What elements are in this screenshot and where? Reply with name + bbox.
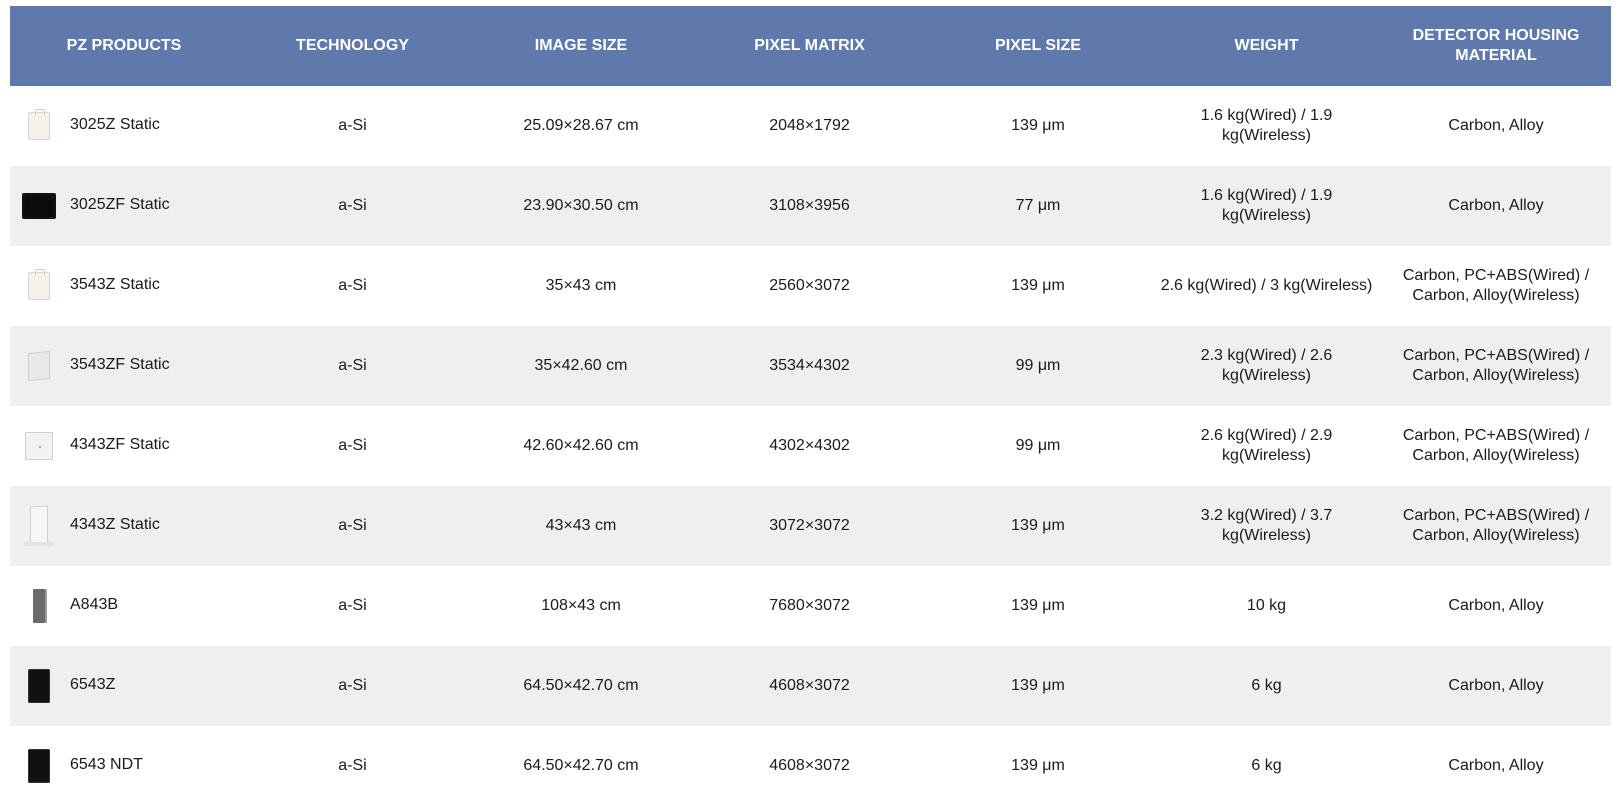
black-panel-icon — [14, 736, 64, 796]
product-name[interactable]: 3025ZF Static — [70, 195, 170, 215]
square-detector-icon — [14, 416, 64, 476]
image-size-cell: 108×43 cm — [541, 597, 621, 614]
technology-cell: a-Si — [338, 197, 367, 214]
pixel-matrix-cell: 2560×3072 — [769, 277, 850, 294]
table-header: PZ PRODUCTS TECHNOLOGY IMAGE SIZE PIXEL … — [10, 6, 1611, 86]
image-size-cell: 25.09×28.67 cm — [523, 117, 639, 134]
housing-material-cell: Carbon, PC+ABS(Wired) / Carbon, Alloy(Wi… — [1402, 267, 1590, 304]
housing-material-cell: Carbon, PC+ABS(Wired) / Carbon, Alloy(Wi… — [1402, 507, 1590, 544]
product-name[interactable]: 3543ZF Static — [70, 355, 170, 375]
weight-cell: 6 kg — [1251, 757, 1282, 774]
pixel-matrix-cell: 3534×4302 — [769, 357, 850, 374]
table-row[interactable]: 4343ZF Static a-Si 42.60×42.60 cm 4302×4… — [10, 406, 1611, 486]
white-detector-icon — [14, 256, 64, 316]
table-row[interactable]: A843B a-Si 108×43 cm 7680×3072 139 μm 10… — [10, 566, 1611, 646]
pixel-matrix-cell: 3108×3956 — [769, 197, 850, 214]
grey-panel-icon — [14, 576, 64, 636]
technology-cell: a-Si — [338, 117, 367, 134]
weight-cell: 2.6 kg(Wired) / 3 kg(Wireless) — [1160, 277, 1373, 294]
table-row[interactable]: 6543 NDT a-Si 64.50×42.70 cm 4608×3072 1… — [10, 726, 1611, 806]
column-header-pixel-matrix[interactable]: PIXEL MATRIX — [695, 6, 924, 86]
housing-material-cell: Carbon, PC+ABS(Wired) / Carbon, Alloy(Wi… — [1402, 347, 1590, 384]
product-name[interactable]: 4343ZF Static — [70, 435, 170, 455]
image-size-cell: 35×43 cm — [545, 277, 617, 294]
pixel-size-cell: 139 μm — [1011, 677, 1065, 694]
product-cell[interactable]: 3025Z Static — [10, 86, 238, 166]
weight-cell: 2.6 kg(Wired) / 2.9 kg(Wireless) — [1200, 427, 1333, 464]
weight-cell: 3.2 kg(Wired) / 3.7 kg(Wireless) — [1200, 507, 1333, 544]
pixel-size-cell: 99 μm — [1015, 357, 1061, 374]
pixel-size-cell: 139 μm — [1011, 277, 1065, 294]
image-size-cell: 64.50×42.70 cm — [523, 677, 639, 694]
table-row[interactable]: 3543Z Static a-Si 35×43 cm 2560×3072 139… — [10, 246, 1611, 326]
grey-sheet-detector-icon — [14, 336, 64, 396]
table-row[interactable]: 4343Z Static a-Si 43×43 cm 3072×3072 139… — [10, 486, 1611, 566]
product-cell[interactable]: 4343ZF Static — [10, 406, 238, 486]
pixel-matrix-cell: 4608×3072 — [769, 677, 850, 694]
standing-detector-icon — [14, 496, 64, 556]
technology-cell: a-Si — [338, 597, 367, 614]
black-panel-icon — [14, 656, 64, 716]
weight-cell: 2.3 kg(Wired) / 2.6 kg(Wireless) — [1200, 347, 1333, 384]
column-header-pixel-size[interactable]: PIXEL SIZE — [924, 6, 1152, 86]
table-row[interactable]: 6543Z a-Si 64.50×42.70 cm 4608×3072 139 … — [10, 646, 1611, 726]
products-table: PZ PRODUCTS TECHNOLOGY IMAGE SIZE PIXEL … — [10, 6, 1611, 806]
column-header-technology[interactable]: TECHNOLOGY — [238, 6, 467, 86]
product-name[interactable]: 6543 NDT — [70, 755, 143, 775]
product-cell[interactable]: 3025ZF Static — [10, 166, 238, 246]
column-header-weight[interactable]: WEIGHT — [1152, 6, 1381, 86]
black-detector-icon — [14, 176, 64, 236]
weight-cell: 6 kg — [1251, 677, 1282, 694]
product-cell[interactable]: A843B — [10, 566, 238, 646]
weight-cell: 1.6 kg(Wired) / 1.9 kg(Wireless) — [1200, 107, 1333, 144]
pixel-matrix-cell: 4302×4302 — [769, 437, 850, 454]
technology-cell: a-Si — [338, 677, 367, 694]
table-row[interactable]: 3025ZF Static a-Si 23.90×30.50 cm 3108×3… — [10, 166, 1611, 246]
pixel-size-cell: 139 μm — [1011, 117, 1065, 134]
pixel-size-cell: 99 μm — [1015, 437, 1061, 454]
housing-material-cell: Carbon, Alloy — [1448, 677, 1544, 694]
column-header-housing-material[interactable]: DETECTOR HOUSING MATERIAL — [1381, 6, 1611, 86]
product-cell[interactable]: 3543ZF Static — [10, 326, 238, 406]
product-cell[interactable]: 4343Z Static — [10, 486, 238, 566]
column-header-products[interactable]: PZ PRODUCTS — [10, 6, 238, 86]
housing-material-cell: Carbon, Alloy — [1448, 197, 1544, 214]
image-size-cell: 42.60×42.60 cm — [523, 437, 639, 454]
product-cell[interactable]: 3543Z Static — [10, 246, 238, 326]
housing-material-cell: Carbon, Alloy — [1448, 117, 1544, 134]
product-name[interactable]: A843B — [70, 595, 118, 615]
image-size-cell: 35×42.60 cm — [534, 357, 628, 374]
pixel-size-cell: 139 μm — [1011, 757, 1065, 774]
product-name[interactable]: 6543Z — [70, 675, 115, 695]
weight-cell: 10 kg — [1246, 597, 1287, 614]
housing-material-cell: Carbon, PC+ABS(Wired) / Carbon, Alloy(Wi… — [1402, 427, 1590, 464]
technology-cell: a-Si — [338, 517, 367, 534]
pixel-matrix-cell: 3072×3072 — [769, 517, 850, 534]
product-name[interactable]: 3543Z Static — [70, 275, 160, 295]
table-row[interactable]: 3025Z Static a-Si 25.09×28.67 cm 2048×17… — [10, 86, 1611, 166]
image-size-cell: 64.50×42.70 cm — [523, 757, 639, 774]
product-cell[interactable]: 6543Z — [10, 646, 238, 726]
technology-cell: a-Si — [338, 757, 367, 774]
image-size-cell: 23.90×30.50 cm — [523, 197, 639, 214]
product-name[interactable]: 4343Z Static — [70, 515, 160, 535]
product-cell[interactable]: 6543 NDT — [10, 726, 238, 806]
pixel-size-cell: 139 μm — [1011, 597, 1065, 614]
column-header-image-size[interactable]: IMAGE SIZE — [467, 6, 695, 86]
image-size-cell: 43×43 cm — [545, 517, 617, 534]
weight-cell: 1.6 kg(Wired) / 1.9 kg(Wireless) — [1200, 187, 1333, 224]
pixel-matrix-cell: 7680×3072 — [769, 597, 850, 614]
pixel-size-cell: 139 μm — [1011, 517, 1065, 534]
white-detector-icon — [14, 96, 64, 156]
pixel-matrix-cell: 4608×3072 — [769, 757, 850, 774]
technology-cell: a-Si — [338, 357, 367, 374]
housing-material-cell: Carbon, Alloy — [1448, 757, 1544, 774]
pixel-size-cell: 77 μm — [1015, 197, 1061, 214]
housing-material-cell: Carbon, Alloy — [1448, 597, 1544, 614]
table-row[interactable]: 3543ZF Static a-Si 35×42.60 cm 3534×4302… — [10, 326, 1611, 406]
technology-cell: a-Si — [338, 437, 367, 454]
product-name[interactable]: 3025Z Static — [70, 115, 160, 135]
pixel-matrix-cell: 2048×1792 — [769, 117, 850, 134]
technology-cell: a-Si — [338, 277, 367, 294]
